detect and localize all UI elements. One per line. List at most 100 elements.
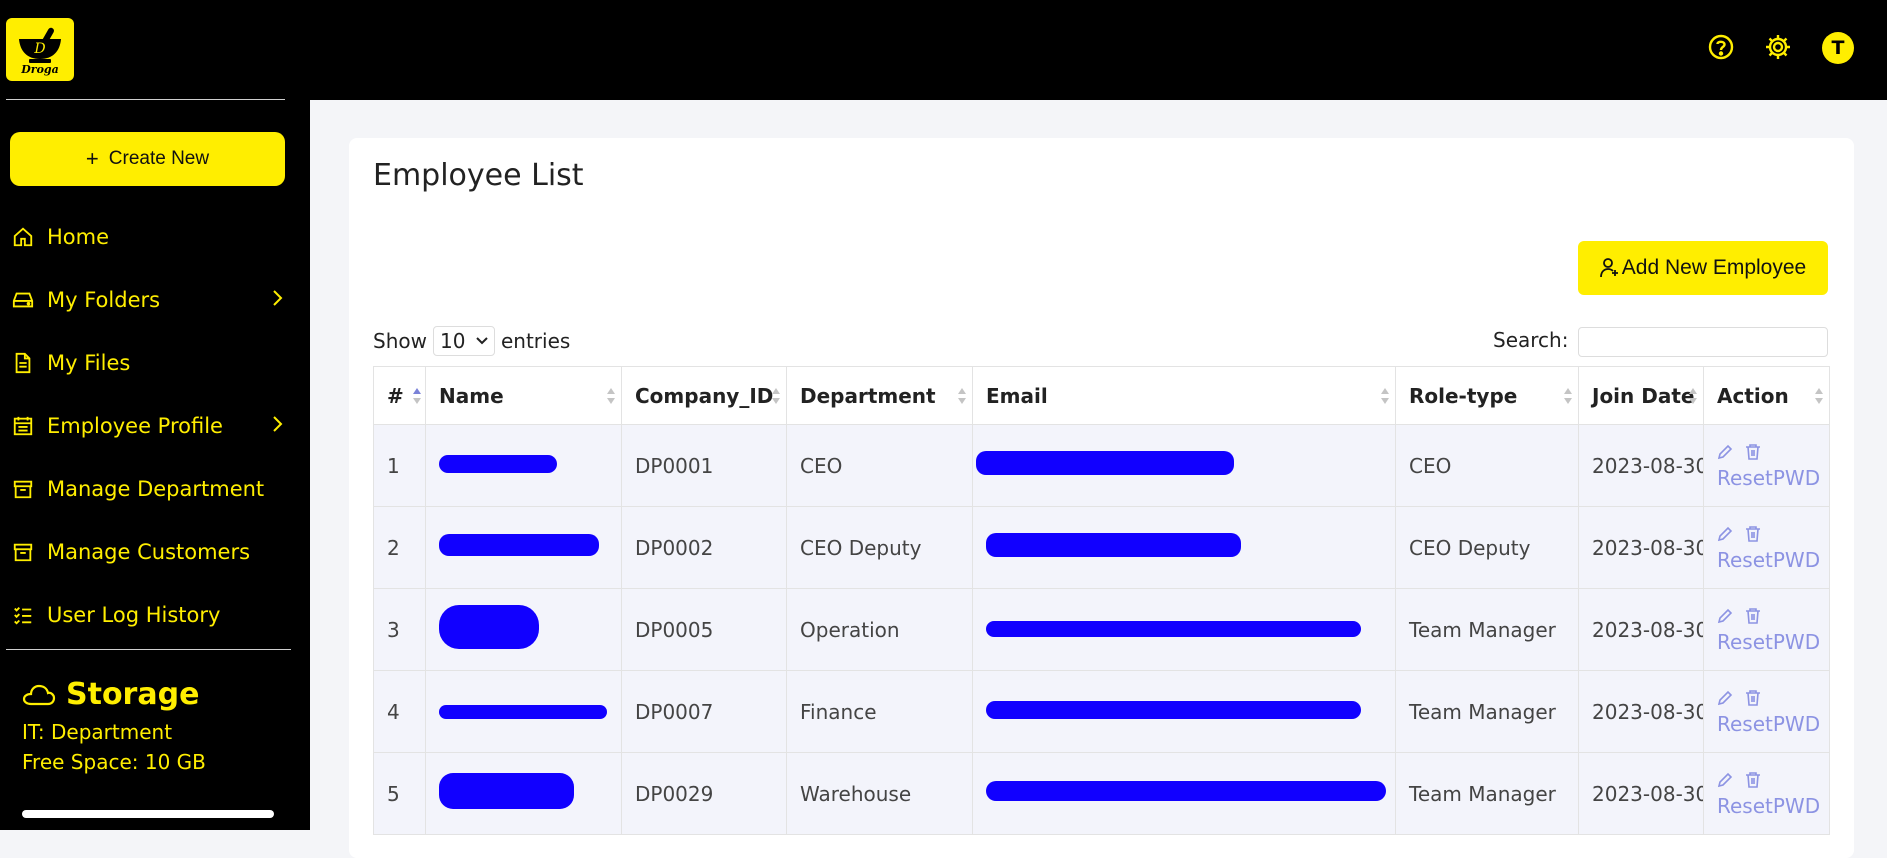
create-new-button[interactable]: + Create New [10, 132, 285, 186]
role-cell: Team Manager [1395, 670, 1579, 753]
name-cell [425, 588, 622, 671]
row-number: 1 [373, 424, 426, 507]
sidebar-item-label: User Log History [47, 602, 221, 627]
archive-icon [11, 477, 35, 501]
table-row: 2 DP0002 CEO Deputy CEO Deputy 2023-08-3… [373, 506, 1830, 589]
column-header-join-date[interactable]: Join Date [1578, 366, 1704, 425]
file-icon [11, 351, 35, 375]
email-cell [972, 670, 1396, 753]
role-cell: CEO Deputy [1395, 506, 1579, 589]
trash-icon[interactable] [1745, 525, 1761, 542]
storage-progress-bar [22, 810, 274, 818]
department-cell: CEO [786, 424, 973, 507]
sidebar-divider [6, 649, 291, 650]
sort-icon [1815, 388, 1823, 404]
storage-title: Storage [22, 677, 206, 712]
trash-icon[interactable] [1745, 771, 1761, 788]
reset-password-link[interactable]: ResetPWD [1717, 794, 1820, 818]
trash-icon[interactable] [1745, 443, 1761, 460]
join-date-cell: 2023-08-30 [1578, 424, 1704, 507]
reset-password-link[interactable]: ResetPWD [1717, 630, 1820, 654]
sort-icon [772, 388, 780, 404]
role-cell: CEO [1395, 424, 1579, 507]
sidebar-item-label: Manage Department [47, 476, 265, 501]
add-new-employee-label: Add New Employee [1621, 256, 1807, 279]
trash-icon[interactable] [1745, 607, 1761, 624]
create-new-label: Create New [108, 148, 210, 169]
entries-control: Show 10 entries [373, 326, 570, 356]
chevron-right-icon [273, 416, 283, 432]
sidebar-item-my-folders[interactable]: My Folders [0, 268, 300, 331]
search-label: Search: [1493, 328, 1569, 352]
sidebar-divider [6, 99, 285, 100]
edit-icon[interactable] [1717, 690, 1733, 706]
chevron-right-icon [273, 290, 283, 306]
column-header-company-id[interactable]: Company_ID [621, 366, 787, 425]
name-cell [425, 670, 622, 753]
add-new-employee-button[interactable]: Add New Employee [1578, 241, 1828, 295]
role-cell: Team Manager [1395, 588, 1579, 671]
entries-select[interactable]: 10 [432, 326, 495, 356]
gear-icon[interactable] [1763, 32, 1793, 62]
department-cell: Warehouse [786, 752, 973, 835]
sort-icon [1564, 388, 1572, 404]
company-id-cell: DP0002 [621, 506, 787, 589]
sidebar-item-manage-customers[interactable]: Manage Customers [0, 520, 300, 583]
action-cell: ResetPWD [1703, 506, 1830, 589]
column-header-action[interactable]: Action [1703, 366, 1830, 425]
sidebar-item-home[interactable]: Home [0, 205, 300, 268]
table-row: 3 DP0005 Operation Team Manager 2023-08-… [373, 588, 1830, 671]
edit-icon[interactable] [1717, 444, 1733, 460]
employee-table: # Name Company_ID Department Email Role-… [373, 366, 1830, 835]
company-id-cell: DP0007 [621, 670, 787, 753]
sidebar-item-label: Home [47, 224, 110, 249]
edit-icon[interactable] [1717, 608, 1733, 624]
sidebar-item-my-files[interactable]: My Files [0, 331, 300, 394]
trash-icon[interactable] [1745, 689, 1761, 706]
name-cell [425, 752, 622, 835]
role-cell: Team Manager [1395, 752, 1579, 835]
column-header-department[interactable]: Department [786, 366, 973, 425]
sort-icon [413, 388, 421, 404]
sidebar-item-manage-department[interactable]: Manage Department [0, 457, 300, 520]
redacted-email [986, 700, 1361, 719]
redacted-email [986, 781, 1386, 801]
storage-free-space: Free Space: 10 GB [22, 750, 206, 774]
search-input[interactable] [1578, 327, 1828, 357]
department-cell: Operation [786, 588, 973, 671]
reset-password-link[interactable]: ResetPWD [1717, 466, 1820, 490]
email-cell [972, 588, 1396, 671]
help-icon[interactable] [1706, 32, 1736, 62]
storage-department: IT: Department [22, 720, 173, 744]
row-number: 2 [373, 506, 426, 589]
email-cell [972, 424, 1396, 507]
add-user-icon [1599, 258, 1618, 278]
column-header-name[interactable]: Name [425, 366, 622, 425]
column-header-number[interactable]: # [373, 366, 426, 425]
home-icon [11, 225, 35, 249]
redacted-name [439, 454, 557, 473]
sidebar-item-user-log-history[interactable]: User Log History [0, 583, 300, 646]
reset-password-link[interactable]: ResetPWD [1717, 548, 1820, 572]
chevron-down-icon [476, 337, 488, 345]
department-cell: CEO Deputy [786, 506, 973, 589]
app-logo[interactable]: D Droga [6, 18, 74, 81]
column-header-role-type[interactable]: Role-type [1395, 366, 1579, 425]
user-avatar[interactable]: T [1822, 32, 1854, 64]
sidebar-item-employee-profile[interactable]: Employee Profile [0, 394, 300, 457]
company-id-cell: DP0029 [621, 752, 787, 835]
table-row: 1 DP0001 CEO CEO 2023-08-30 ResetPWD [373, 424, 1830, 507]
join-date-cell: 2023-08-30 [1578, 752, 1704, 835]
edit-icon[interactable] [1717, 772, 1733, 788]
name-cell [425, 424, 622, 507]
redacted-email [986, 533, 1241, 557]
reset-password-link[interactable]: ResetPWD [1717, 712, 1820, 736]
logo-text: Droga [21, 62, 59, 76]
page-title: Employee List [373, 158, 584, 193]
drive-icon [11, 288, 35, 312]
edit-icon[interactable] [1717, 526, 1733, 542]
storage-panel: Storage IT: Department Free Space: 10 GB [22, 677, 206, 772]
column-header-email[interactable]: Email [972, 366, 1396, 425]
redacted-email [986, 620, 1361, 637]
sort-icon [1381, 388, 1389, 404]
